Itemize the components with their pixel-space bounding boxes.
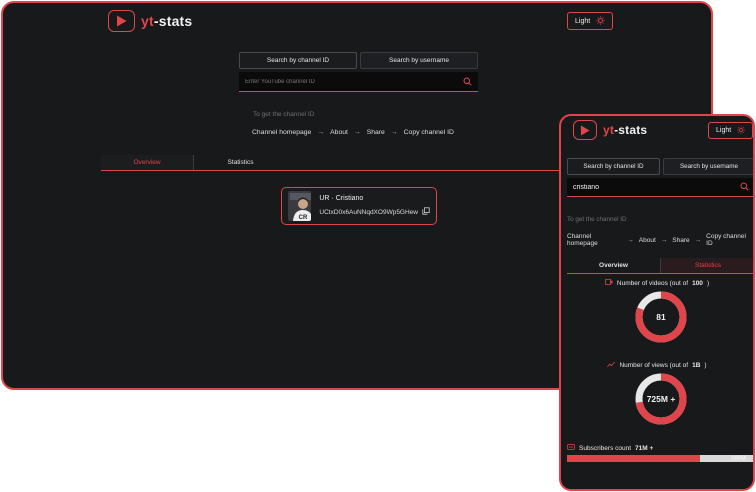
search-icon[interactable] — [740, 178, 749, 196]
sun-icon — [596, 15, 605, 27]
trend-icon — [607, 361, 616, 370]
theme-toggle-label: Light — [575, 17, 591, 25]
tab-statistics[interactable]: Statistics — [661, 258, 753, 273]
step-label: About — [330, 129, 348, 136]
brand-logo[interactable]: yt-stats — [108, 10, 192, 32]
videos-value: 81 — [656, 312, 666, 322]
subscribers-max-label: 100M — [731, 456, 747, 462]
views-donut-chart: 725M + — [635, 373, 687, 425]
channel-search-input[interactable] — [573, 183, 740, 191]
step-label: Share — [672, 236, 690, 244]
tab-search-by-channel-id[interactable]: Search by channel ID — [567, 158, 660, 175]
channel-avatar: CR — [288, 191, 312, 221]
step-label: Copy channel ID — [403, 129, 454, 136]
subscribers-progress-fill — [567, 455, 701, 462]
videos-donut-chart: 81 — [635, 291, 687, 343]
video-icon — [605, 279, 613, 287]
subscribers-stat-label: Subscribers count 71M + — [567, 444, 653, 452]
play-icon — [108, 10, 135, 32]
channel-id-input[interactable] — [245, 78, 445, 85]
tab-search-by-channel-id[interactable]: Search by channel ID — [239, 52, 357, 69]
channel-id-text: UCtxD0x6AuNNqdXO9Wp5GHew — [319, 208, 418, 216]
search-bar — [239, 72, 478, 92]
step-label: Copy channel ID — [706, 233, 746, 247]
play-icon — [573, 120, 597, 140]
arrow-right-icon: → — [353, 129, 361, 136]
brand-name: yt-stats — [141, 13, 193, 29]
theme-toggle-button[interactable]: Light — [567, 12, 614, 30]
mobile-window: yt-stats Light Search by channel ID Sear… — [559, 114, 755, 491]
search-icon[interactable] — [463, 73, 472, 91]
subscribers-progress-bar — [567, 455, 753, 462]
arrow-right-icon: → — [660, 236, 668, 244]
channel-id-steps: Channel homepage → About → Share → Copy … — [567, 233, 753, 247]
arrow-right-icon: → — [694, 236, 702, 244]
channel-id-hint: To get the channel ID — [567, 216, 627, 223]
channel-id-row: UCtxD0x6AuNNqdXO9Wp5GHew — [319, 207, 430, 217]
step-label: Share — [366, 129, 385, 136]
users-icon — [567, 444, 575, 452]
step-label: About — [638, 236, 656, 244]
step-label: Channel homepage — [567, 233, 598, 247]
tab-search-by-username[interactable]: Search by username — [663, 158, 753, 175]
search-bar — [567, 178, 753, 197]
arrow-right-icon: → — [627, 236, 634, 244]
tab-overview[interactable]: Overview — [567, 258, 661, 273]
channel-name: UR · Cristiano — [319, 195, 364, 202]
subscribers-value: 71M + — [635, 444, 654, 452]
tab-statistics[interactable]: Statistics — [194, 155, 287, 170]
sun-icon — [737, 125, 745, 136]
channel-id-steps: Channel homepage → About → Share → Copy … — [252, 129, 454, 136]
views-stat-label: Number of views (out of 1B) — [561, 361, 753, 370]
arrow-right-icon: → — [317, 129, 325, 136]
channel-result-card[interactable]: CR UR · Cristiano UCtxD0x6AuNNqdXO9Wp5GH… — [281, 187, 437, 225]
theme-toggle-label: Light — [716, 127, 732, 134]
copy-icon[interactable] — [422, 207, 430, 217]
svg-text:CR: CR — [299, 215, 308, 221]
theme-toggle-button[interactable]: Light — [708, 122, 753, 139]
brand-logo[interactable]: yt-stats — [573, 120, 647, 140]
tab-overview[interactable]: Overview — [101, 155, 194, 170]
views-value: 725M + — [647, 394, 676, 404]
tab-search-by-username[interactable]: Search by username — [360, 52, 478, 69]
videos-stat-label: Number of videos (out of 100) — [561, 279, 753, 287]
channel-id-hint: To get the channel ID — [253, 111, 315, 118]
step-label: Channel homepage — [252, 129, 312, 136]
brand-name: yt-stats — [603, 123, 648, 137]
arrow-right-icon: → — [390, 129, 398, 136]
view-tabs: Overview Statistics — [567, 258, 753, 274]
